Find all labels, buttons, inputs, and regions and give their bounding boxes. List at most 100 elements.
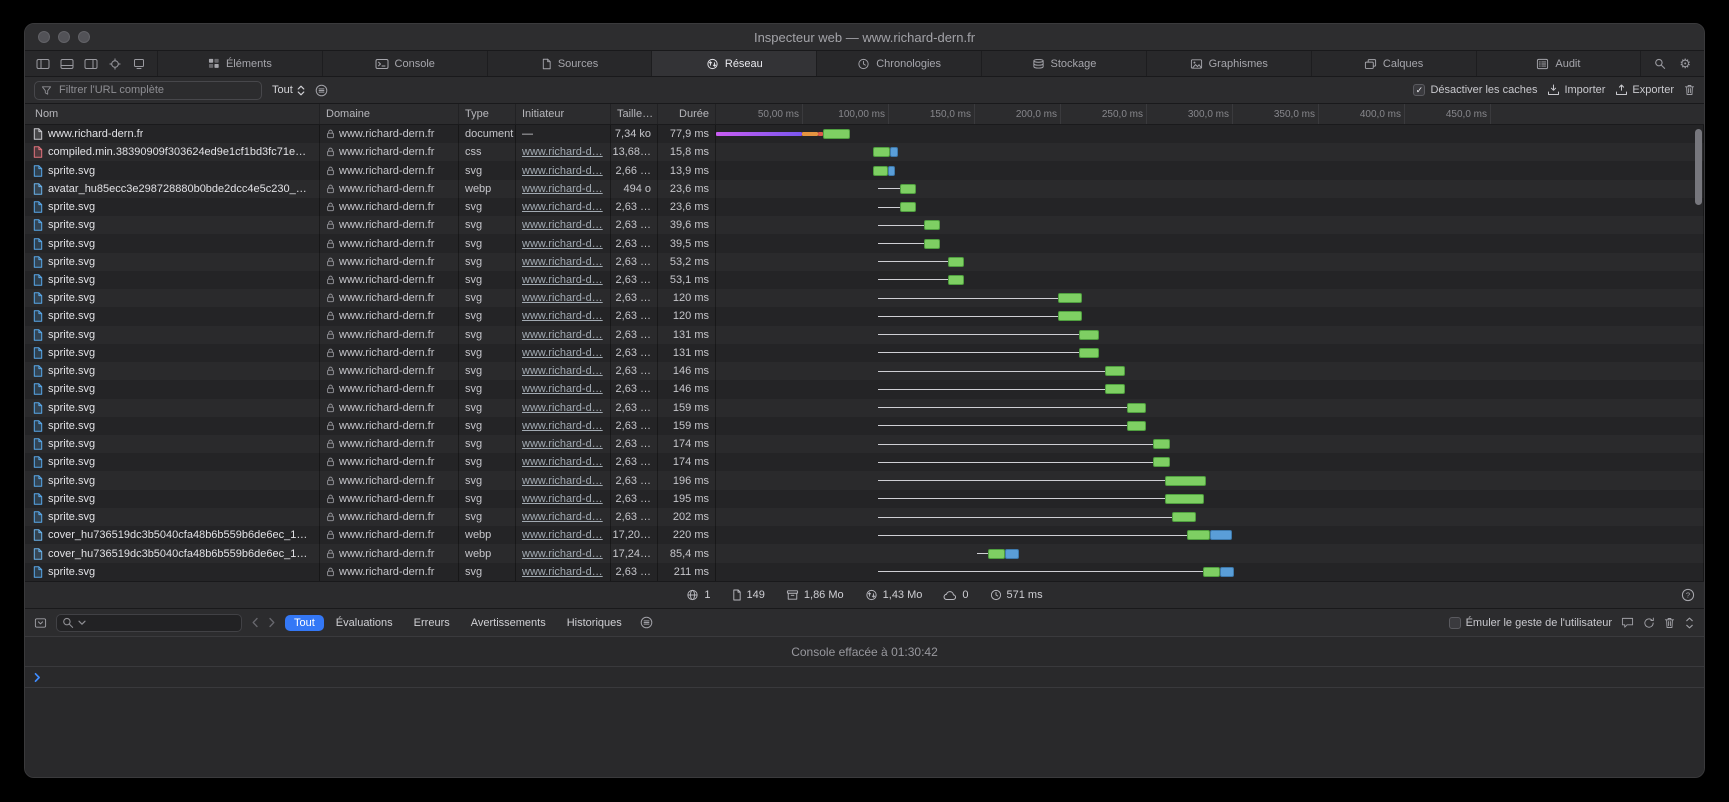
request-initiator[interactable]: www.richard-d…: [522, 511, 603, 523]
network-request-row[interactable]: sprite.svg www.richard-dern.fr svg www.r…: [25, 198, 1704, 216]
request-initiator[interactable]: www.richard-d…: [522, 274, 603, 286]
tab-graphics[interactable]: Graphismes: [1147, 51, 1312, 76]
request-initiator[interactable]: www.richard-d…: [522, 493, 603, 505]
filter-options-icon[interactable]: [315, 84, 328, 97]
tab-storage[interactable]: Stockage: [982, 51, 1147, 76]
network-request-row[interactable]: sprite.svg www.richard-dern.fr svg www.r…: [25, 490, 1704, 508]
device-icon[interactable]: [132, 58, 146, 70]
sidebar-left-icon[interactable]: [36, 58, 50, 70]
sidebar-right-icon[interactable]: [84, 58, 98, 70]
request-initiator[interactable]: www.richard-d…: [522, 256, 603, 268]
tab-console[interactable]: Console: [323, 51, 488, 76]
request-initiator[interactable]: www.richard-d…: [522, 347, 603, 359]
element-picker-icon[interactable]: [108, 58, 122, 70]
chevron-left-icon[interactable]: [251, 617, 259, 628]
clear-console-trash-icon[interactable]: [1664, 617, 1675, 629]
network-request-row[interactable]: cover_hu736519dc3b5040cfa48b6b559b6de6ec…: [25, 544, 1704, 562]
network-request-row[interactable]: sprite.svg www.richard-dern.fr svg www.r…: [25, 435, 1704, 453]
disable-caches-checkbox[interactable]: Désactiver les caches: [1413, 84, 1537, 96]
clear-network-trash-icon[interactable]: [1684, 84, 1695, 96]
request-initiator[interactable]: www.richard-d…: [522, 310, 603, 322]
search-icon[interactable]: [1654, 58, 1666, 70]
console-tab-erreurs[interactable]: Erreurs: [405, 615, 459, 631]
column-header-type[interactable]: Type: [459, 104, 516, 124]
console-search-input[interactable]: [90, 616, 236, 630]
request-initiator[interactable]: www.richard-d…: [522, 456, 603, 468]
tab-sources[interactable]: Sources: [488, 51, 653, 76]
minimize-button[interactable]: [58, 31, 70, 43]
settings-gear-icon[interactable]: ⚙: [1679, 57, 1691, 70]
network-request-row[interactable]: sprite.svg www.richard-dern.fr svg www.r…: [25, 271, 1704, 289]
network-request-row[interactable]: sprite.svg www.richard-dern.fr svg www.r…: [25, 380, 1704, 398]
request-initiator[interactable]: www.richard-d…: [522, 365, 603, 377]
network-request-row[interactable]: sprite.svg www.richard-dern.fr svg www.r…: [25, 326, 1704, 344]
console-search-field[interactable]: [56, 614, 242, 632]
request-initiator[interactable]: www.richard-d…: [522, 402, 603, 414]
request-initiator[interactable]: www.richard-d…: [522, 146, 603, 158]
network-request-row[interactable]: compiled.min.38390909f303624ed9e1cf1bd3f…: [25, 143, 1704, 161]
console-tab-évaluations[interactable]: Évaluations: [327, 615, 402, 631]
network-request-row[interactable]: sprite.svg www.richard-dern.fr svg www.r…: [25, 307, 1704, 325]
emulate-user-gesture-checkbox[interactable]: Émuler le geste de l'utilisateur: [1449, 617, 1612, 629]
url-filter-input[interactable]: [57, 83, 255, 97]
network-request-row[interactable]: avatar_hu85ecc3e298728880b0bde2dcc4e5c23…: [25, 180, 1704, 198]
network-request-row[interactable]: www.richard-dern.fr www.richard-dern.fr …: [25, 125, 1704, 143]
close-button[interactable]: [38, 31, 50, 43]
request-initiator[interactable]: www.richard-d…: [522, 201, 603, 213]
request-initiator[interactable]: www.richard-d…: [522, 383, 603, 395]
column-header-domain[interactable]: Domaine: [320, 104, 459, 124]
export-button[interactable]: Exporter: [1615, 84, 1674, 96]
request-initiator[interactable]: www.richard-d…: [522, 329, 603, 341]
console-tab-historiques[interactable]: Historiques: [558, 615, 631, 631]
network-request-row[interactable]: sprite.svg www.richard-dern.fr svg www.r…: [25, 453, 1704, 471]
console-prompt[interactable]: [25, 667, 1704, 688]
network-request-row[interactable]: sprite.svg www.richard-dern.fr svg www.r…: [25, 234, 1704, 252]
table-scrollbar-thumb[interactable]: [1695, 129, 1702, 205]
console-panel-icon[interactable]: [34, 617, 47, 629]
request-initiator[interactable]: www.richard-d…: [522, 475, 603, 487]
network-request-row[interactable]: sprite.svg www.richard-dern.fr svg www.r…: [25, 216, 1704, 234]
column-header-size[interactable]: Taille…: [611, 104, 658, 124]
console-tab-tout[interactable]: Tout: [285, 615, 324, 631]
console-tab-avertissements[interactable]: Avertissements: [462, 615, 555, 631]
request-initiator[interactable]: www.richard-d…: [522, 292, 603, 304]
request-initiator[interactable]: www.richard-d…: [522, 566, 603, 578]
network-request-row[interactable]: sprite.svg www.richard-dern.fr svg www.r…: [25, 161, 1704, 179]
resource-type-dropdown[interactable]: Tout: [272, 84, 305, 96]
reload-icon[interactable]: [1643, 617, 1655, 629]
request-initiator[interactable]: www.richard-d…: [522, 183, 603, 195]
request-initiator[interactable]: www.richard-d…: [522, 420, 603, 432]
request-initiator[interactable]: www.richard-d…: [522, 165, 603, 177]
collapse-console-icon[interactable]: [1684, 617, 1695, 629]
request-initiator[interactable]: www.richard-d…: [522, 529, 603, 541]
network-request-row[interactable]: sprite.svg www.richard-dern.fr svg www.r…: [25, 471, 1704, 489]
request-initiator[interactable]: www.richard-d…: [522, 548, 603, 560]
chevron-right-icon[interactable]: [268, 617, 276, 628]
network-request-row[interactable]: sprite.svg www.richard-dern.fr svg www.r…: [25, 344, 1704, 362]
request-initiator[interactable]: www.richard-d…: [522, 219, 603, 231]
tab-elements[interactable]: Éléments: [158, 51, 323, 76]
network-request-row[interactable]: sprite.svg www.richard-dern.fr svg www.r…: [25, 417, 1704, 435]
network-request-row[interactable]: sprite.svg www.richard-dern.fr svg www.r…: [25, 289, 1704, 307]
tab-timelines[interactable]: Chronologies: [817, 51, 982, 76]
column-header-initiator[interactable]: Initiateur: [516, 104, 611, 124]
tab-audit[interactable]: Audit: [1477, 51, 1642, 76]
network-request-row[interactable]: sprite.svg www.richard-dern.fr svg www.r…: [25, 508, 1704, 526]
request-initiator[interactable]: www.richard-d…: [522, 438, 603, 450]
help-icon[interactable]: ?: [1681, 588, 1695, 602]
column-header-name[interactable]: Nom: [25, 104, 320, 124]
column-header-duration[interactable]: Durée: [658, 104, 716, 124]
request-initiator[interactable]: www.richard-d…: [522, 238, 603, 250]
url-filter-field[interactable]: [34, 81, 262, 100]
console-messages-icon[interactable]: [1621, 617, 1634, 629]
import-button[interactable]: Importer: [1547, 84, 1605, 96]
zoom-button[interactable]: [78, 31, 90, 43]
tab-network[interactable]: Réseau: [652, 51, 817, 76]
network-request-row[interactable]: sprite.svg www.richard-dern.fr svg www.r…: [25, 563, 1704, 581]
network-request-row[interactable]: sprite.svg www.richard-dern.fr svg www.r…: [25, 362, 1704, 380]
console-options-icon[interactable]: [640, 616, 653, 629]
network-request-row[interactable]: sprite.svg www.richard-dern.fr svg www.r…: [25, 399, 1704, 417]
tab-layers[interactable]: Calques: [1312, 51, 1477, 76]
network-request-row[interactable]: cover_hu736519dc3b5040cfa48b6b559b6de6ec…: [25, 526, 1704, 544]
network-request-row[interactable]: sprite.svg www.richard-dern.fr svg www.r…: [25, 253, 1704, 271]
